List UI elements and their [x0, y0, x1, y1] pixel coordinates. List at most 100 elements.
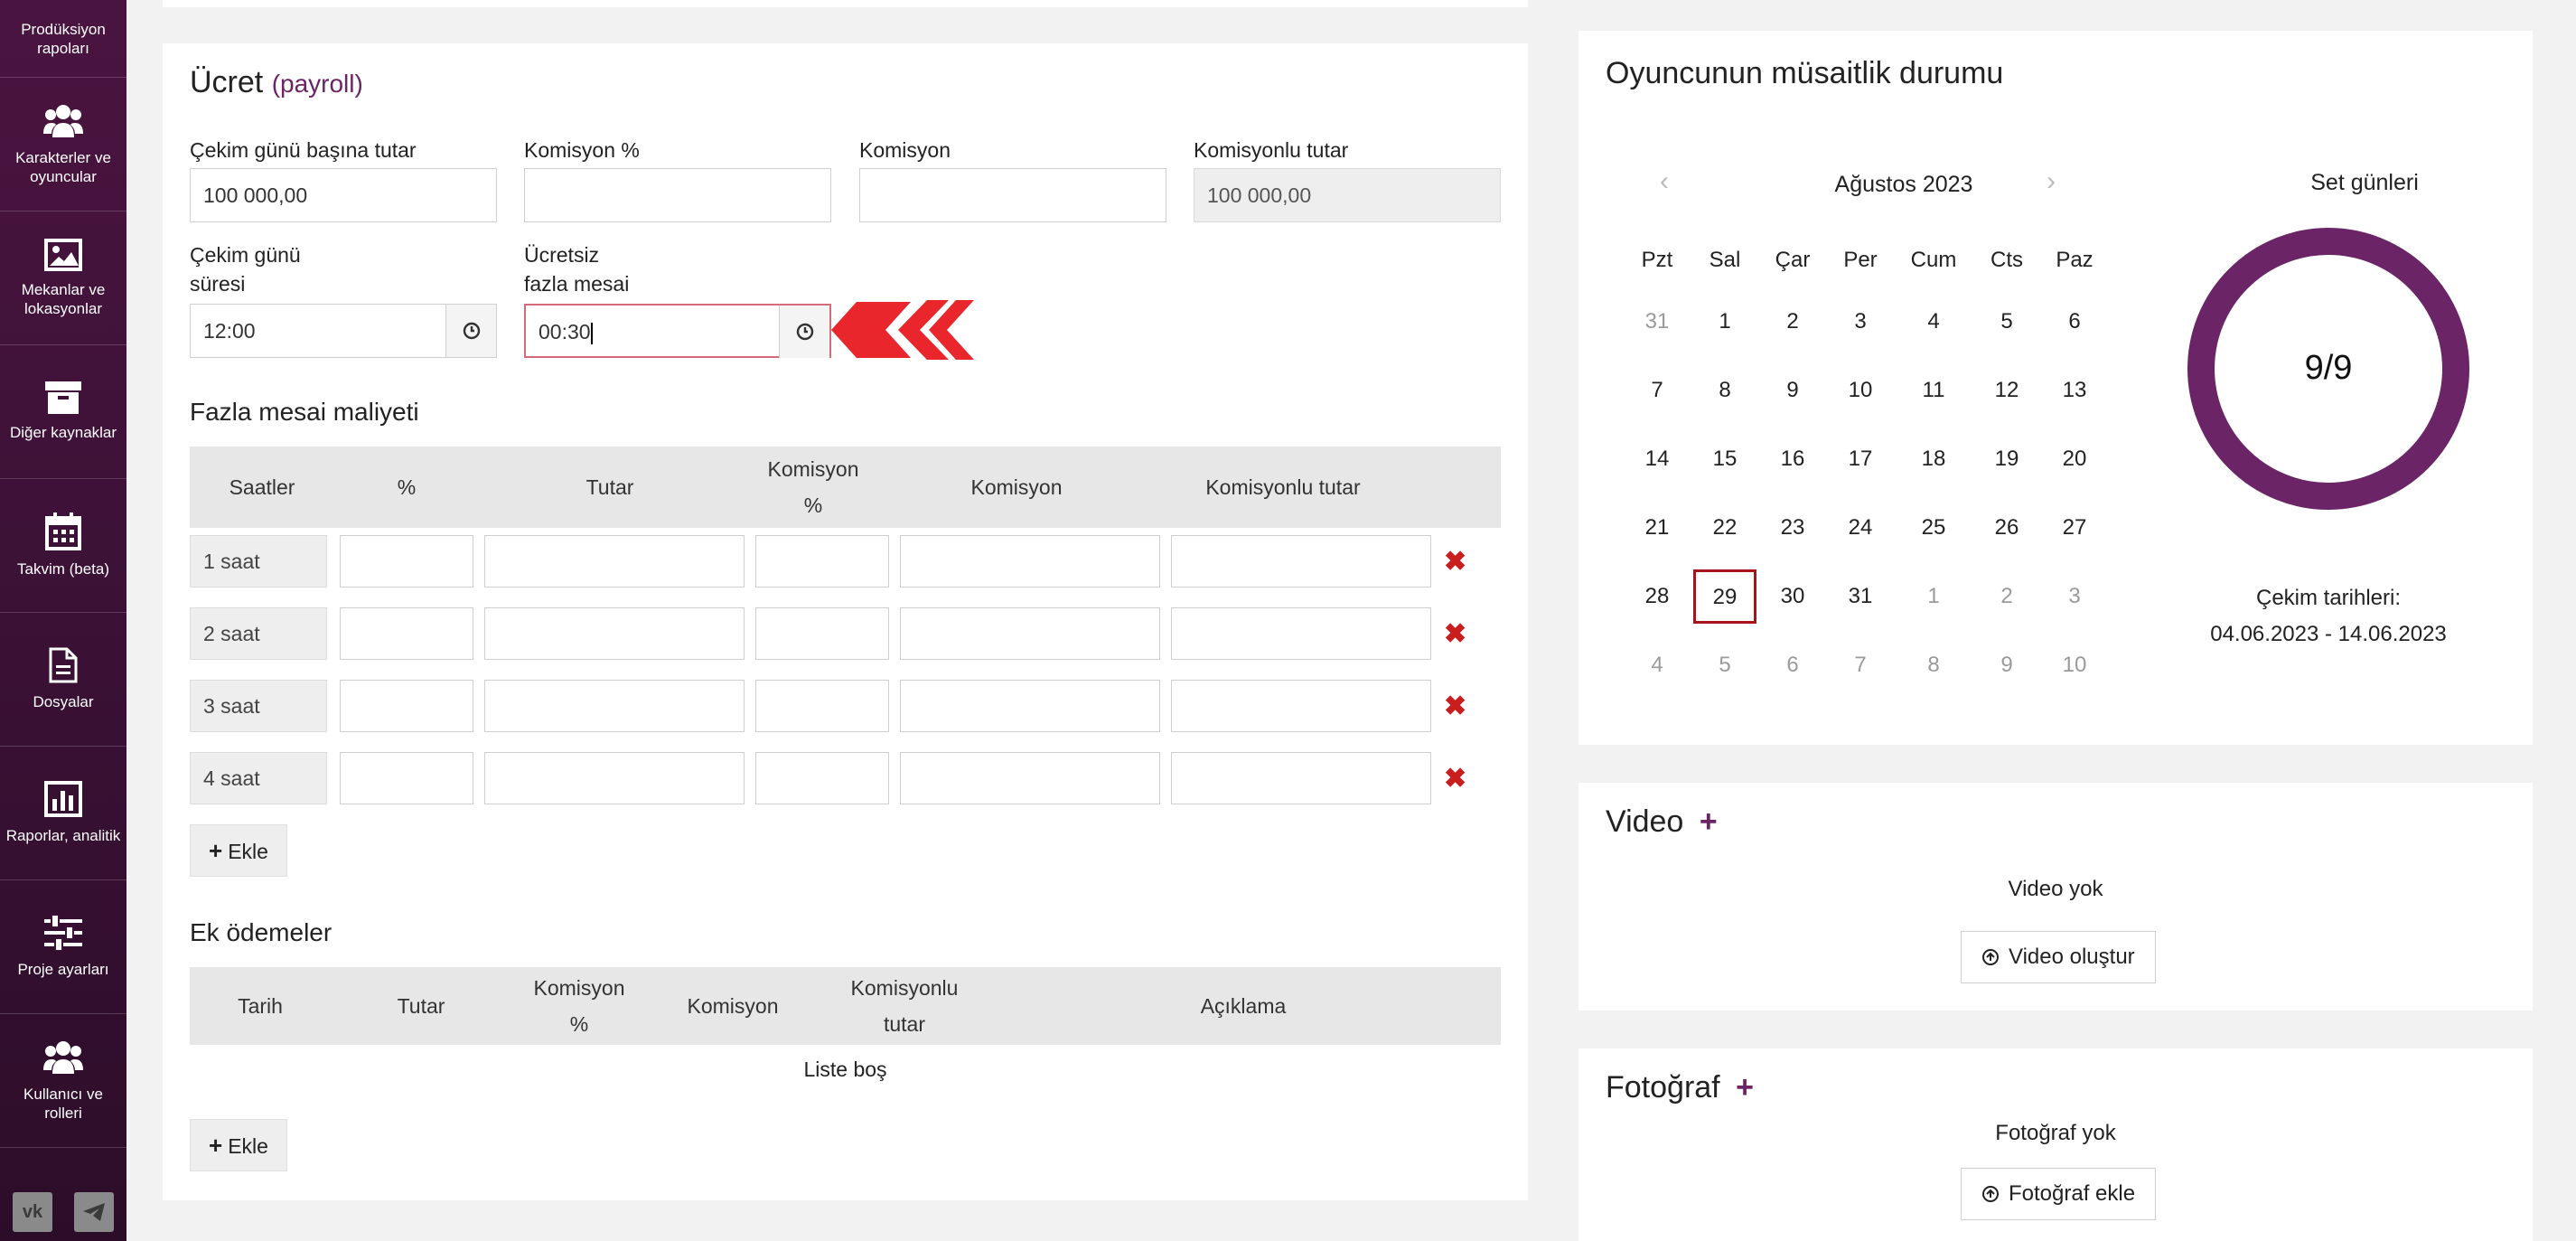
calendar-day[interactable]: 9 — [1761, 363, 1824, 418]
with-commission-input[interactable] — [1171, 680, 1431, 732]
add-photo-button[interactable]: Fotoğraf ekle — [1961, 1168, 2157, 1220]
amount-input[interactable] — [484, 680, 745, 732]
overtime-title: Fazla mesai maliyeti — [190, 398, 419, 426]
percent-input[interactable] — [340, 680, 473, 732]
add-extra-payment-button[interactable]: + Ekle — [190, 1119, 287, 1171]
calendar-day[interactable]: 4 — [1625, 638, 1689, 692]
calendar-day[interactable]: 4 — [1902, 295, 1965, 349]
commission-input[interactable] — [900, 607, 1160, 660]
calendar-day[interactable]: 8 — [1902, 638, 1965, 692]
calendar-day[interactable]: 8 — [1693, 363, 1756, 418]
amount-input[interactable] — [484, 752, 745, 804]
calendar-day[interactable]: 2 — [1975, 569, 2038, 624]
calendar-day[interactable]: 1 — [1693, 295, 1756, 349]
calendar-day[interactable]: 15 — [1693, 432, 1756, 486]
calendar-day[interactable]: 22 — [1693, 501, 1756, 555]
row-hours-label: 1 saat — [190, 535, 327, 588]
with-commission-input[interactable] — [1171, 535, 1431, 588]
calendar-day[interactable]: 7 — [1625, 363, 1689, 418]
calendar-day[interactable]: 28 — [1625, 569, 1689, 624]
calendar-day[interactable]: 11 — [1902, 363, 1965, 418]
delete-icon[interactable]: ✖ — [1444, 693, 1466, 720]
sidebar-item-calendar[interactable]: Takvim (beta) — [0, 479, 126, 613]
with-commission-input[interactable] — [1171, 752, 1431, 804]
with-commission-input[interactable] — [1171, 607, 1431, 660]
calendar-day[interactable]: 18 — [1902, 432, 1965, 486]
commission-pct-input[interactable] — [755, 752, 889, 804]
vk-icon[interactable]: vk — [13, 1192, 52, 1232]
calendar-day[interactable]: 31 — [1625, 295, 1689, 349]
amount-input[interactable] — [484, 535, 745, 588]
delete-icon[interactable]: ✖ — [1444, 766, 1466, 793]
sidebar-item-project-settings[interactable]: Proje ayarları — [0, 880, 126, 1014]
calendar-day[interactable]: 1 — [1902, 569, 1965, 624]
calendar-day[interactable]: 17 — [1829, 432, 1892, 486]
calendar-day[interactable]: 25 — [1902, 501, 1965, 555]
calendar-day[interactable]: 16 — [1761, 432, 1824, 486]
commission-input[interactable] — [900, 535, 1160, 588]
calendar-day[interactable]: 10 — [1829, 363, 1892, 418]
calendar-day[interactable]: 6 — [2043, 295, 2106, 349]
sidebar-item-characters[interactable]: Karakterler ve oyuncular — [0, 78, 126, 212]
calendar-day[interactable]: 3 — [2043, 569, 2106, 624]
commission-input[interactable] — [900, 752, 1160, 804]
next-month-icon[interactable]: › — [2047, 166, 2056, 197]
calendar-day[interactable]: 12 — [1975, 363, 2038, 418]
free-overtime-input[interactable]: 00:30 — [524, 304, 831, 358]
calendar-day[interactable]: 6 — [1761, 638, 1824, 692]
commission-input[interactable] — [900, 680, 1160, 732]
per-day-input[interactable]: 100 000,00 — [190, 168, 497, 222]
sidebar-item-analytics[interactable]: Raporlar, analitik — [0, 747, 126, 880]
sidebar: Prodüksiyon rapoları Karakterler ve oyun… — [0, 0, 126, 1241]
commission-pct-input[interactable] — [755, 680, 889, 732]
delete-icon[interactable]: ✖ — [1444, 621, 1466, 648]
photo-panel: Fotoğraf + Fotoğraf yok Fotoğraf ekle — [1578, 1048, 2533, 1241]
calendar-day[interactable]: 7 — [1829, 638, 1892, 692]
calendar-day[interactable]: 30 — [1761, 569, 1824, 624]
calendar-day[interactable]: 3 — [1829, 295, 1892, 349]
amount-input[interactable] — [484, 607, 745, 660]
telegram-icon[interactable] — [74, 1192, 114, 1232]
percent-input[interactable] — [340, 607, 473, 660]
sidebar-item-users-roles[interactable]: Kullanıcı ve rolleri — [0, 1014, 126, 1148]
add-photo-icon[interactable]: + — [1736, 1070, 1754, 1105]
add-video-icon[interactable]: + — [1700, 804, 1718, 839]
calendar-day[interactable]: 9 — [1975, 638, 2038, 692]
clock-icon[interactable] — [779, 306, 829, 358]
commission-input[interactable] — [859, 168, 1166, 222]
sidebar-item-files[interactable]: Dosyalar — [0, 613, 126, 747]
calendar-day[interactable]: 26 — [1975, 501, 2038, 555]
sidebar-item-locations[interactable]: Mekanlar ve lokasyonlar — [0, 212, 126, 345]
clock-icon[interactable] — [445, 305, 496, 357]
prev-month-icon[interactable]: ‹ — [1660, 166, 1669, 197]
calendar-day[interactable]: 31 — [1829, 569, 1892, 624]
commission-pct-input[interactable] — [524, 168, 831, 222]
calendar-day[interactable]: 23 — [1761, 501, 1824, 555]
delete-icon[interactable]: ✖ — [1444, 549, 1466, 576]
commission-pct-label: Komisyon % — [524, 138, 640, 162]
calendar-day[interactable]: 19 — [1975, 432, 2038, 486]
sidebar-item-other-resources[interactable]: Diğer kaynaklar — [0, 345, 126, 479]
calendar-day[interactable]: 24 — [1829, 501, 1892, 555]
calendar-day[interactable]: 27 — [2043, 501, 2106, 555]
percent-input[interactable] — [340, 535, 473, 588]
image-icon — [44, 238, 82, 271]
shoot-duration-input[interactable]: 12:00 — [190, 304, 497, 358]
calendar-day[interactable]: 5 — [1975, 295, 2038, 349]
add-overtime-button[interactable]: + Ekle — [190, 824, 287, 877]
calendar-day-selected[interactable]: 29 — [1693, 569, 1756, 624]
sidebar-item-production-reports[interactable]: Prodüksiyon rapoları — [0, 0, 126, 78]
photo-title-text: Fotoğraf — [1606, 1070, 1720, 1105]
calendar-day[interactable]: 10 — [2043, 638, 2106, 692]
th-percent: % — [397, 475, 417, 499]
calendar-day[interactable]: 5 — [1693, 638, 1756, 692]
percent-input[interactable] — [340, 752, 473, 804]
commission-pct-input[interactable] — [755, 607, 889, 660]
create-video-button[interactable]: Video oluştur — [1961, 931, 2156, 983]
calendar-day[interactable]: 21 — [1625, 501, 1689, 555]
calendar-day[interactable]: 14 — [1625, 432, 1689, 486]
calendar-day[interactable]: 2 — [1761, 295, 1824, 349]
calendar-day[interactable]: 20 — [2043, 432, 2106, 486]
calendar-day[interactable]: 13 — [2043, 363, 2106, 418]
commission-pct-input[interactable] — [755, 535, 889, 588]
